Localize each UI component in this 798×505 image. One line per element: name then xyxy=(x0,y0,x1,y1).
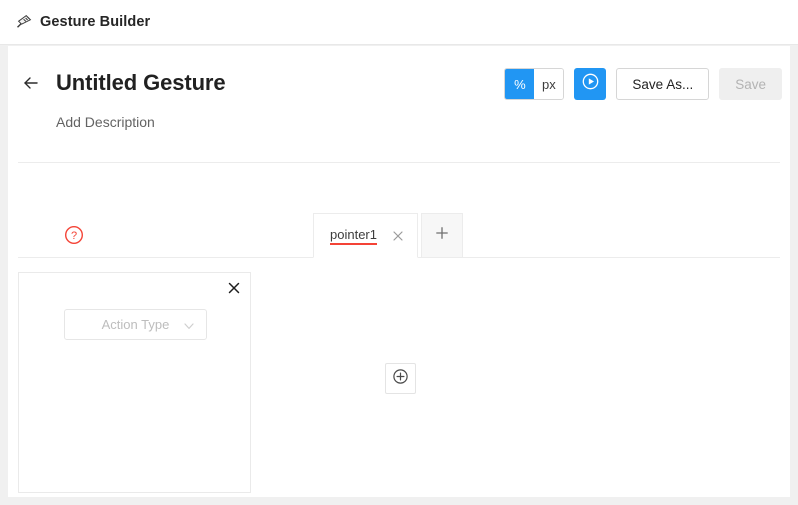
page-surface: Untitled Gesture Add Description % px Sa… xyxy=(8,46,790,497)
save-button: Save xyxy=(719,68,782,100)
chevron-down-icon xyxy=(183,319,195,331)
add-description-field[interactable]: Add Description xyxy=(56,114,155,130)
page-title: Untitled Gesture xyxy=(56,70,226,95)
close-icon[interactable] xyxy=(391,229,405,243)
play-button[interactable] xyxy=(574,68,607,100)
toolbar: % px Save As... Save xyxy=(504,68,782,100)
add-action-button[interactable] xyxy=(385,363,416,394)
play-circle-icon xyxy=(581,72,600,96)
gesture-builder-app: Gesture Builder Untitled Gesture Add Des… xyxy=(0,0,798,505)
tab-pointer1[interactable]: pointer1 xyxy=(313,213,418,258)
app-bar: Gesture Builder xyxy=(0,0,798,45)
plus-icon xyxy=(435,226,449,245)
save-as-button[interactable]: Save As... xyxy=(616,68,710,100)
plus-circle-icon xyxy=(392,368,409,390)
unit-px-button[interactable]: px xyxy=(534,69,564,99)
action-card: Action Type xyxy=(18,272,251,493)
back-arrow-icon[interactable] xyxy=(14,66,48,100)
add-pointer-tab-button[interactable] xyxy=(420,213,463,258)
action-type-select[interactable]: Action Type xyxy=(64,309,207,340)
header-divider xyxy=(18,162,780,163)
close-icon[interactable] xyxy=(226,280,242,296)
tab-pointer1-label: pointer1 xyxy=(330,227,377,245)
gesture-swipe-icon xyxy=(15,13,33,31)
action-type-placeholder: Action Type xyxy=(101,317,170,332)
unit-toggle-group: % px xyxy=(504,68,565,100)
pointer-tab-strip: pointer1 xyxy=(18,212,780,258)
app-bar-title: Gesture Builder xyxy=(40,14,151,30)
unit-percent-button[interactable]: % xyxy=(505,69,535,99)
